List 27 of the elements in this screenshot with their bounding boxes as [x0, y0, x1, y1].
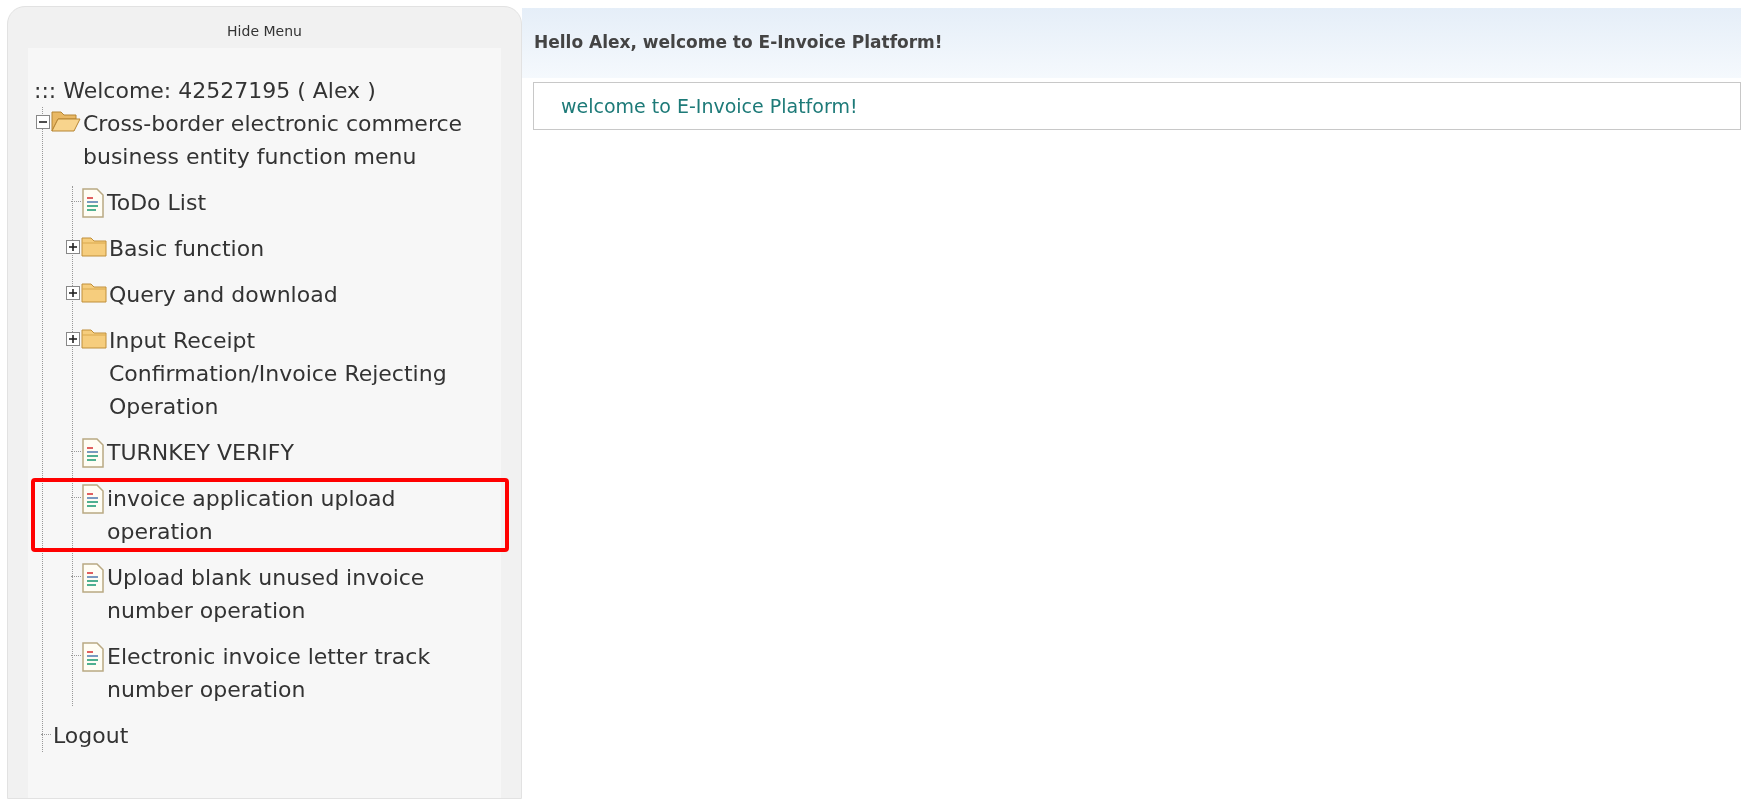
- menu-item[interactable]: Query and download: [109, 278, 479, 311]
- menu-item[interactable]: Cross-border electronic commerce business entity function menu: [83, 107, 498, 173]
- expand-icon[interactable]: [66, 240, 80, 254]
- expand-icon[interactable]: [66, 332, 80, 346]
- folder-icon: [81, 280, 107, 304]
- menu-item[interactable]: ToDo List: [107, 186, 477, 219]
- menu-item[interactable]: invoice application upload operation: [107, 482, 477, 548]
- document-icon: [81, 484, 105, 514]
- menu-item[interactable]: Basic function: [109, 232, 479, 265]
- folder-icon: [81, 234, 107, 258]
- menu-item[interactable]: Upload blank unused invoice number operation: [107, 561, 477, 627]
- menu-item[interactable]: Input Receipt Confirmation/Invoice Rejecting Operation: [109, 324, 479, 423]
- welcome-text: ::: Welcome: 42527195 ( Alex ): [34, 77, 377, 105]
- header-title: Hello Alex, welcome to E-Invoice Platform!: [534, 31, 943, 55]
- collapse-icon[interactable]: [36, 115, 50, 129]
- document-icon: [81, 642, 105, 672]
- expand-icon[interactable]: [66, 286, 80, 300]
- document-icon: [81, 188, 105, 218]
- hide-menu-link[interactable]: Hide Menu: [227, 21, 302, 42]
- folder-icon: [81, 326, 107, 350]
- document-icon: [81, 563, 105, 593]
- welcome-message: welcome to E-Invoice Platform!: [561, 93, 858, 119]
- logout-link[interactable]: Logout: [53, 719, 129, 752]
- document-icon: [81, 438, 105, 468]
- menu-item[interactable]: TURNKEY VERIFY: [107, 436, 477, 469]
- open-folder-icon: [51, 109, 81, 133]
- menu-item[interactable]: Electronic invoice letter track number operation: [107, 640, 477, 706]
